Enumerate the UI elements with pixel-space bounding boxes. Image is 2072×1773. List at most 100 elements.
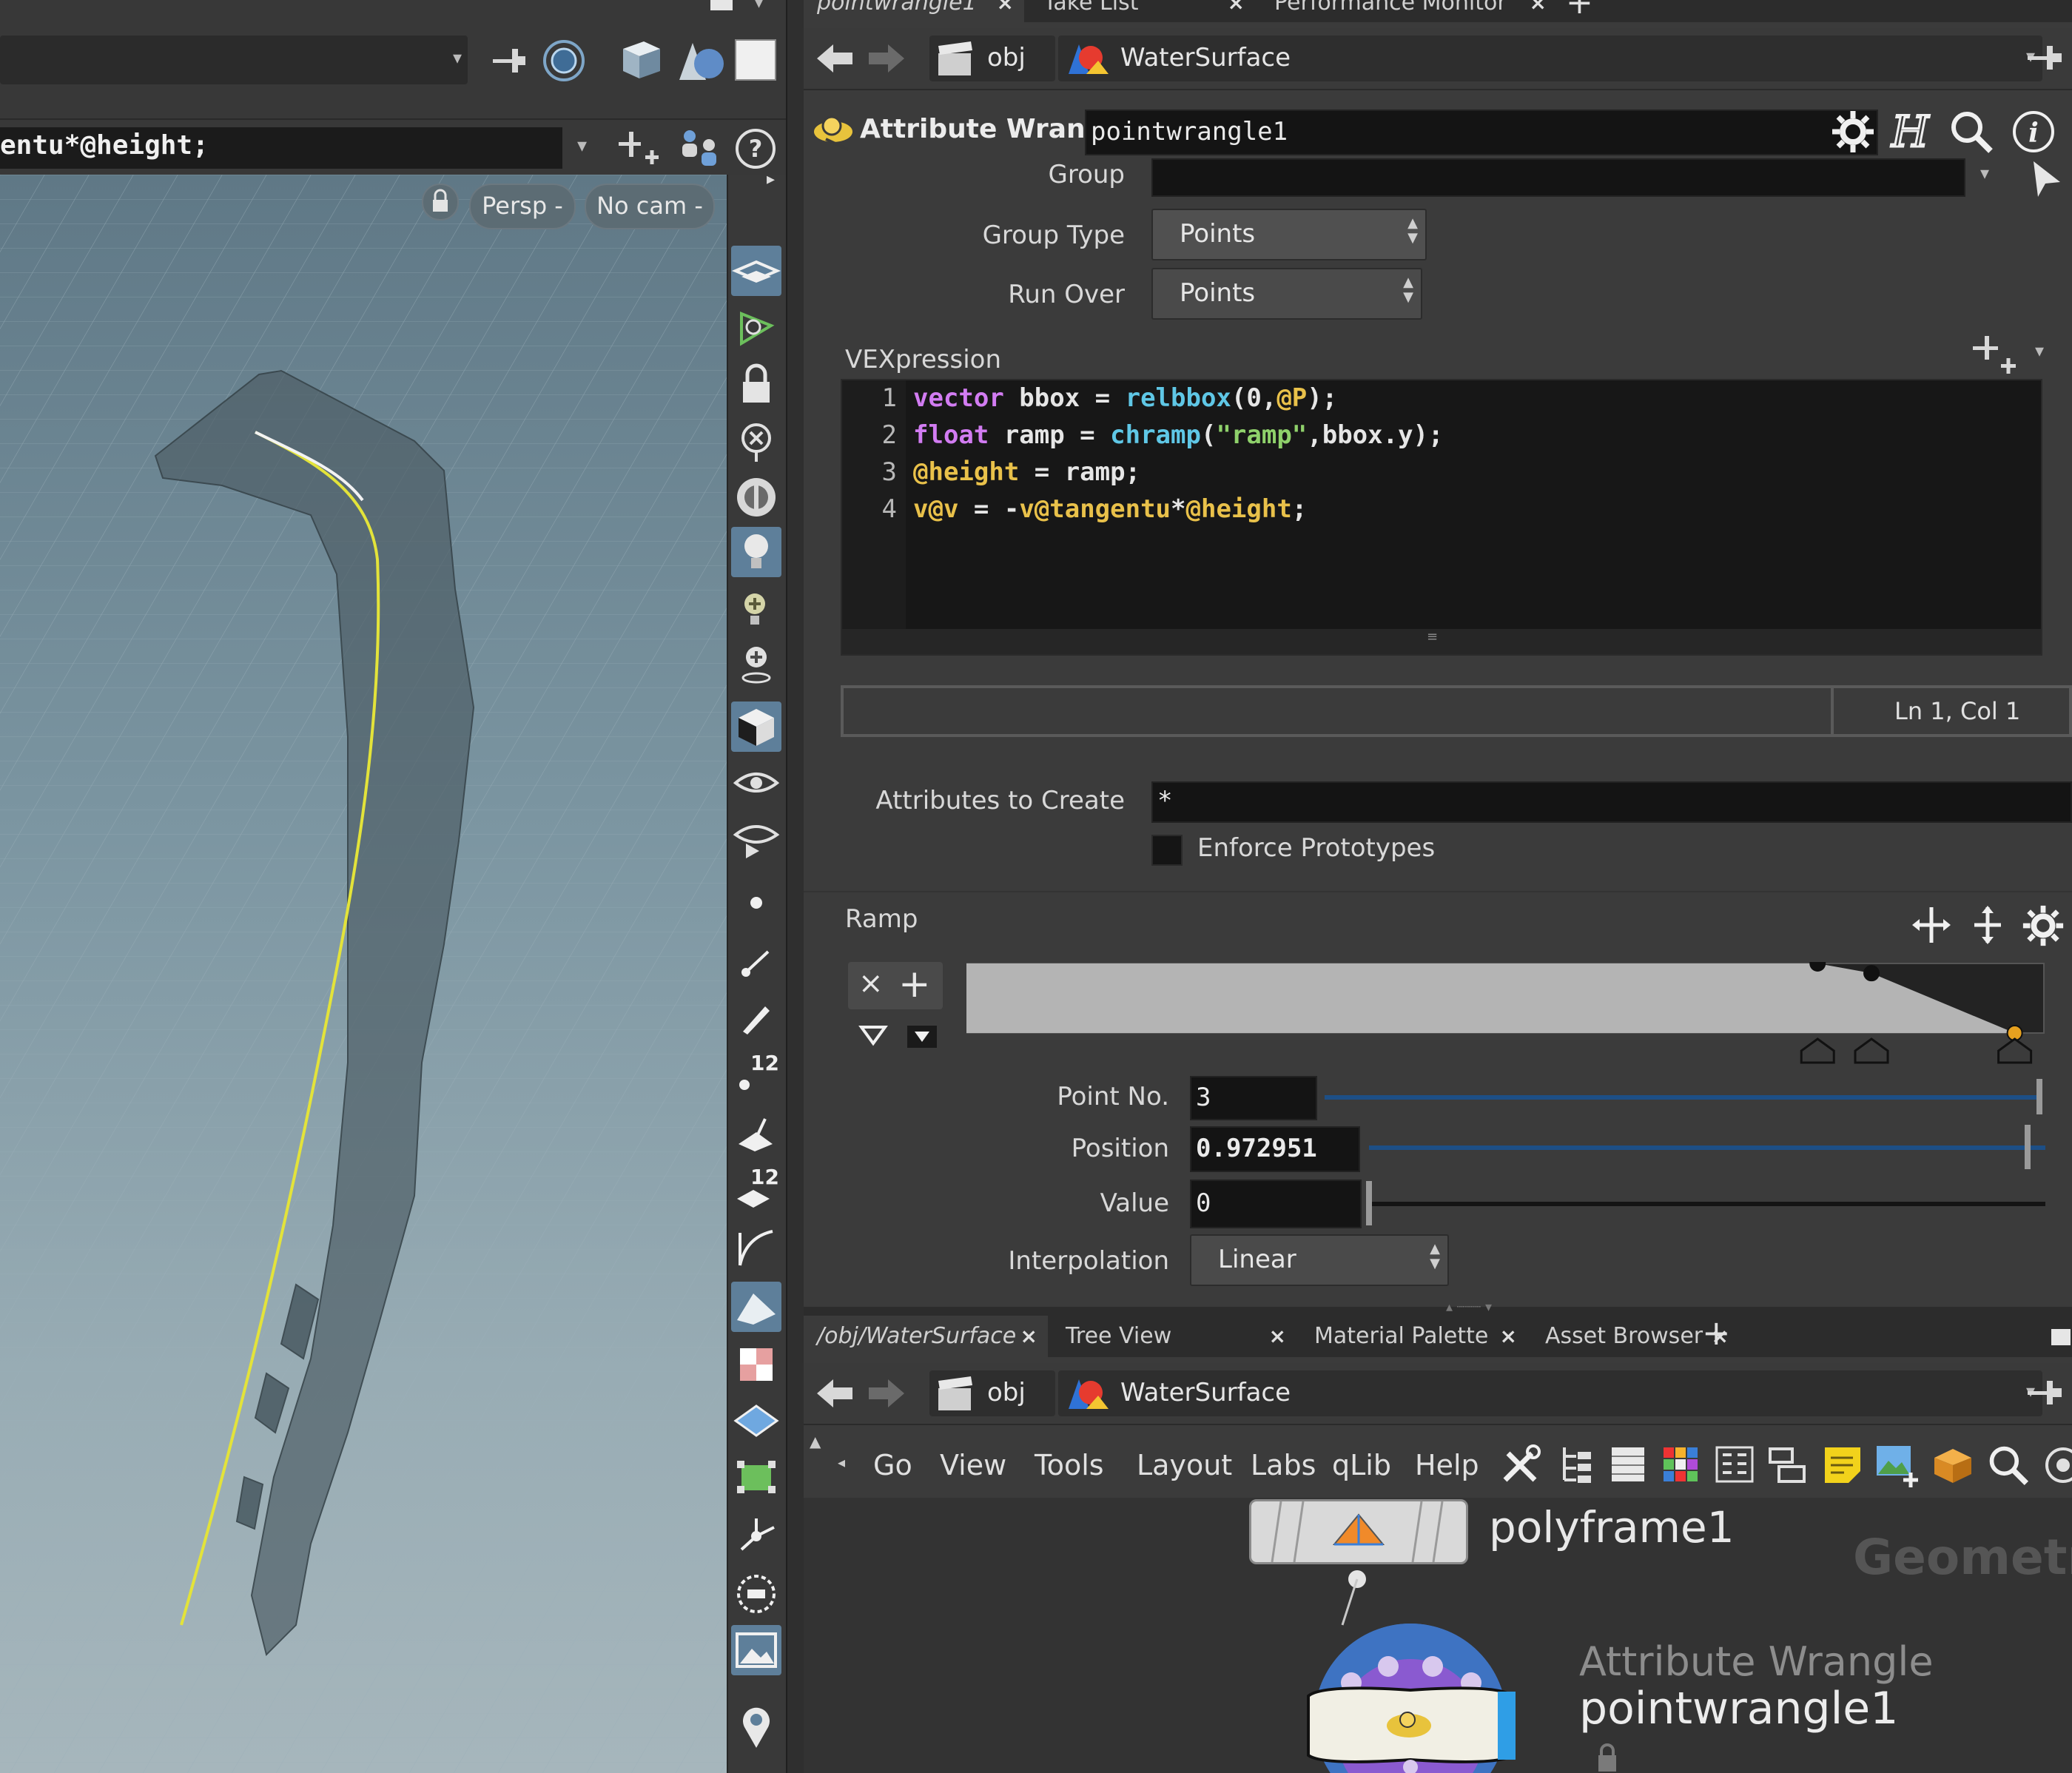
close-icon[interactable]: ×: [1228, 0, 1245, 21]
group-field[interactable]: [1151, 158, 1965, 197]
value-field[interactable]: 0: [1190, 1180, 1362, 1228]
pin-icon[interactable]: [2025, 40, 2066, 77]
forward-arrow-icon[interactable]: [866, 40, 907, 77]
pin-icon[interactable]: [490, 41, 528, 80]
headlight-button[interactable]: [731, 585, 781, 635]
render-view-button[interactable]: [731, 813, 781, 863]
collapse-menu-icon[interactable]: ▲: [810, 1433, 821, 1450]
package-icon[interactable]: [1930, 1441, 1976, 1487]
construction-plane-button[interactable]: [731, 1396, 781, 1446]
color-grid-icon[interactable]: [1659, 1441, 1702, 1487]
point-normal-button[interactable]: [731, 937, 781, 987]
ramp-import-icon[interactable]: [906, 1024, 938, 1049]
parameter-grid-icon[interactable]: [1712, 1441, 1757, 1487]
primitive-numbers-button[interactable]: 12: [731, 1162, 781, 1212]
search-icon[interactable]: [1986, 1443, 2031, 1487]
pane-divider[interactable]: ▴ ┈┈┈ ▾: [804, 1299, 2072, 1316]
menu-go[interactable]: Go: [873, 1449, 912, 1481]
chevron-down-icon[interactable]: ▾: [1980, 163, 1989, 184]
ramp-key-marker[interactable]: [1800, 1037, 1835, 1064]
viewport-selector-dropdown[interactable]: [0, 36, 468, 84]
uv-display-button[interactable]: [731, 1339, 781, 1390]
ramp-gear-icon[interactable]: [2020, 903, 2066, 949]
target-icon[interactable]: [542, 38, 586, 83]
slider-handle[interactable]: [2025, 1125, 2031, 1169]
scroll-left-icon[interactable]: ◂: [838, 1453, 845, 1471]
point-vector-button[interactable]: [731, 992, 781, 1042]
path-root-obj[interactable]: obj: [929, 1370, 1055, 1416]
pin-icon[interactable]: [2025, 1375, 2066, 1412]
vex-code-editor[interactable]: 1 2 3 4 vector bbox = relbbox(0,@P); float r…: [841, 379, 2042, 656]
network-boxes-icon[interactable]: [1766, 1441, 1810, 1487]
square-icon[interactable]: [733, 37, 778, 83]
ramp-flip-horizontal-icon[interactable]: [1909, 903, 1954, 947]
close-icon[interactable]: ×: [1530, 0, 1547, 21]
shading-button[interactable]: [731, 702, 781, 752]
perspective-menu[interactable]: Persp -: [469, 184, 576, 229]
profile-curves-button[interactable]: [731, 1222, 781, 1273]
point-numbers-button[interactable]: 12: [731, 1048, 781, 1098]
menu-layout[interactable]: Layout: [1137, 1449, 1232, 1481]
group-type-dropdown[interactable]: Points ▲ ▼: [1151, 209, 1427, 260]
search-icon[interactable]: [1948, 108, 1995, 155]
add-parameter-icon[interactable]: [616, 126, 663, 170]
houdini-help-icon[interactable]: H: [1887, 107, 1934, 155]
tab-performance-monitor[interactable]: Performance Monitor ×: [1261, 0, 1557, 22]
select-arrow-icon[interactable]: [2028, 157, 2065, 198]
add-image-icon[interactable]: [1874, 1441, 1921, 1489]
lighting-button[interactable]: [731, 527, 781, 577]
expression-field[interactable]: entu*@height;: [0, 127, 562, 169]
bounding-box-button[interactable]: [731, 1452, 781, 1502]
chevron-down-icon[interactable]: ▾: [2035, 340, 2044, 361]
expand-arrow-icon[interactable]: ▸: [767, 170, 775, 189]
snapping-button[interactable]: [731, 303, 781, 354]
position-field[interactable]: 0.972951: [1190, 1126, 1360, 1172]
cube-icon[interactable]: [617, 36, 665, 83]
point-no-slider[interactable]: [1325, 1079, 2042, 1114]
tree-icon[interactable]: [1555, 1441, 1597, 1487]
lock-camera-button[interactable]: [422, 184, 459, 221]
add-spare-parameter-icon[interactable]: [1970, 332, 2022, 377]
lock-button[interactable]: [731, 360, 781, 410]
display-options-button[interactable]: [731, 246, 781, 296]
ramp-key-point[interactable]: [1809, 962, 1826, 972]
path-node-watersurface[interactable]: WaterSurface ▾: [1058, 36, 2042, 81]
viewport-canvas[interactable]: Persp - No cam -: [0, 175, 727, 1773]
slider-handle[interactable]: [1366, 1181, 1372, 1225]
tab-pointwrangle1[interactable]: pointwrangle1 ×: [804, 0, 1024, 22]
list-view-icon[interactable]: [1607, 1441, 1649, 1487]
info-icon[interactable]: i: [2010, 108, 2057, 155]
sticky-note-icon[interactable]: [1820, 1441, 1865, 1487]
code-scrollbar-h[interactable]: ≡: [842, 629, 2041, 654]
node-name-field[interactable]: pointwrangle1: [1085, 110, 1878, 155]
value-slider[interactable]: [1366, 1181, 2045, 1225]
users-icon[interactable]: [676, 126, 724, 170]
light-target-button[interactable]: [731, 639, 781, 690]
point-no-field[interactable]: 3: [1190, 1076, 1317, 1120]
window-icon[interactable]: [2051, 1329, 2071, 1345]
back-arrow-icon[interactable]: [814, 1375, 855, 1412]
close-icon[interactable]: ×: [997, 0, 1014, 21]
close-icon[interactable]: ×: [1269, 1316, 1286, 1357]
half-sphere-button[interactable]: [731, 472, 781, 522]
primitive-normal-button[interactable]: [731, 1106, 781, 1156]
chevron-down-icon[interactable]: ▾: [577, 135, 587, 157]
menu-labs[interactable]: Labs: [1251, 1449, 1316, 1481]
ramp-flip-vertical-icon[interactable]: [1965, 903, 2010, 947]
path-node-watersurface[interactable]: WaterSurface ▾: [1058, 1370, 2042, 1416]
add-tab-icon[interactable]: +: [1702, 1313, 1731, 1353]
handle-button[interactable]: [731, 1511, 781, 1561]
collapse-triangle-icon[interactable]: [858, 1024, 888, 1046]
back-arrow-icon[interactable]: [814, 40, 855, 77]
add-tab-icon[interactable]: +: [1566, 0, 1593, 21]
ramp-key-marker[interactable]: [1997, 1037, 2033, 1064]
window-icon[interactable]: [709, 0, 736, 12]
attributes-to-create-field[interactable]: *: [1151, 781, 2072, 823]
tools-icon[interactable]: [1498, 1441, 1544, 1487]
ramp-key-point[interactable]: [1863, 965, 1880, 982]
delete-key-icon[interactable]: ×: [858, 966, 884, 1000]
gear-icon[interactable]: [1829, 108, 1877, 155]
background-image-button[interactable]: [731, 1625, 781, 1675]
point-display-button[interactable]: [731, 878, 781, 928]
tab-take-list[interactable]: Take List ×: [1030, 0, 1255, 22]
